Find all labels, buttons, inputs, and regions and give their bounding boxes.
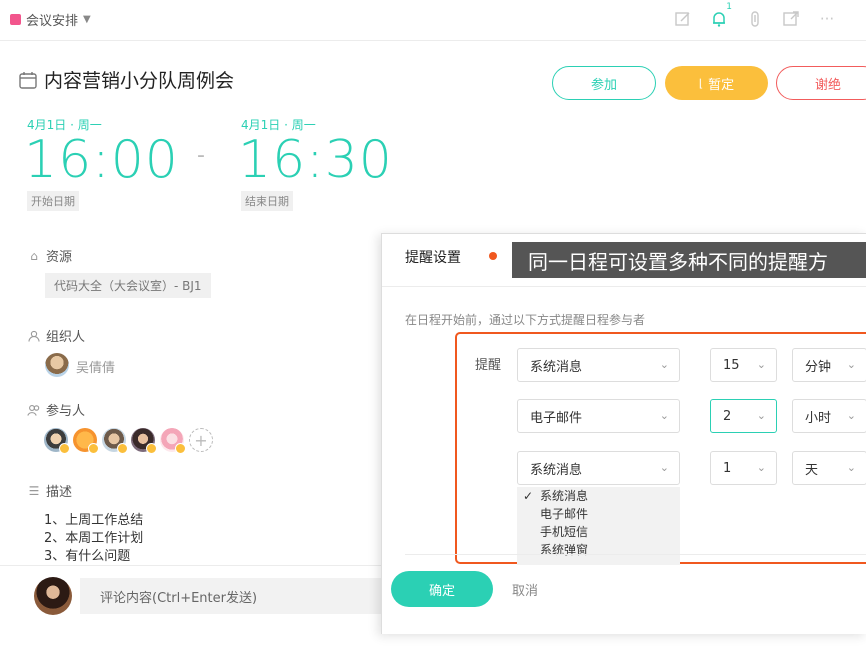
calendar-name: 会议安排 [26, 14, 79, 29]
annotation-dot [489, 252, 497, 260]
select-value: 1 [723, 460, 732, 476]
reminder-method-select[interactable]: 系统消息 ⌄ [517, 451, 680, 485]
description-heading-label: 描述 [46, 485, 73, 500]
select-value: 小时 [805, 410, 832, 426]
share-icon[interactable] [773, 8, 809, 30]
comment-input[interactable]: 评论内容(Ctrl+Enter发送) [80, 578, 410, 614]
chevron-down-icon: ⌄ [659, 461, 669, 474]
cancel-button[interactable]: 取消 [512, 580, 538, 599]
chevron-down-icon: ⌄ [756, 461, 766, 474]
attachment-icon[interactable] [737, 8, 773, 30]
home-icon: ⌂ [30, 248, 38, 263]
dropdown-option[interactable]: 手机短信 [517, 523, 680, 541]
description-heading: ☰ 描述 [27, 481, 73, 501]
end-date-label: 结束日期 [241, 191, 293, 211]
dropdown-option[interactable]: ✓ 系统消息 [517, 487, 680, 505]
start-date-label: 开始日期 [27, 191, 79, 211]
reminder-unit-select[interactable]: 天 ⌄ [792, 451, 866, 485]
tentative-icon: ⌊ [698, 76, 704, 90]
add-participant-button[interactable]: + [189, 428, 213, 452]
annotation-tooltip: 同一日程可设置多种不同的提醒方 [512, 242, 866, 278]
select-value: 分钟 [805, 359, 832, 375]
more-icon[interactable]: ··· [809, 8, 845, 30]
people-icon [27, 403, 41, 417]
option-label: 系统消息 [540, 489, 589, 503]
reminder-amount-select[interactable]: 1 ⌄ [710, 451, 777, 485]
chevron-down-icon: ⌄ [846, 409, 856, 422]
join-button[interactable]: 参加 [552, 66, 656, 100]
calendar-icon [19, 71, 37, 89]
reminder-dialog: 提醒设置 同一日程可设置多种不同的提醒方 在日程开始前，通过以下方式提醒日程参与… [381, 233, 866, 634]
calendar-color-swatch [10, 14, 21, 25]
list-icon: ☰ [28, 483, 40, 498]
resource-chip[interactable]: 代码大全（大会议室）- BJ1 [45, 273, 211, 298]
select-value: 15 [723, 357, 740, 373]
chevron-down-icon: ⌄ [659, 409, 669, 422]
reminder-method-select[interactable]: 电子邮件 ⌄ [517, 399, 680, 433]
description-line: 2、本周工作计划 [44, 531, 144, 546]
description-line: 3、有什么问题 [44, 549, 131, 564]
decline-button[interactable]: 谢绝 [776, 66, 866, 100]
select-value: 电子邮件 [530, 410, 583, 426]
toolbar: 1 ··· [665, 2, 845, 30]
person-icon [27, 329, 41, 343]
chevron-down-icon: ⌄ [659, 358, 669, 371]
participant-avatar[interactable] [160, 428, 186, 454]
option-label: 手机短信 [540, 525, 589, 539]
reminder-unit-select[interactable]: 小时 ⌄ [792, 399, 866, 433]
reminder-row-label: 提醒 [475, 358, 502, 373]
organizer-heading-label: 组织人 [46, 330, 86, 345]
chevron-down-icon: ⌄ [756, 358, 766, 371]
chevron-down-icon: ⌄ [756, 409, 766, 422]
tentative-button[interactable]: ⌊ 暂定 [665, 66, 768, 100]
top-bar: 会议安排 ▼ 1 ··· [0, 0, 866, 41]
edit-icon[interactable] [665, 8, 701, 30]
description-line: 1、上周工作总结 [44, 513, 144, 528]
tentative-label: 暂定 [708, 77, 735, 93]
participant-avatar[interactable] [131, 428, 157, 454]
participants-heading-label: 参与人 [46, 404, 86, 419]
resource-heading: ⌂ 资源 [27, 246, 73, 266]
event-title-row: 内容营销小分队周例会 [18, 66, 234, 93]
confirm-button[interactable]: 确定 [391, 571, 493, 607]
chevron-down-icon: ▼ [83, 14, 91, 25]
dialog-description: 在日程开始前，通过以下方式提醒日程参与者 [405, 313, 646, 327]
time-separator: - [197, 143, 205, 168]
divider [382, 286, 866, 287]
dropdown-option[interactable]: 系统弹窗 [517, 541, 680, 559]
resource-heading-label: 资源 [46, 250, 73, 265]
participant-avatar[interactable] [73, 428, 99, 454]
organizer-heading: 组织人 [27, 326, 85, 345]
dropdown-option[interactable]: 电子邮件 [517, 505, 680, 523]
event-title: 内容营销小分队周例会 [44, 70, 235, 92]
reminder-method-select[interactable]: 系统消息 ⌄ [517, 348, 680, 382]
select-value: 系统消息 [530, 462, 583, 478]
check-icon: ✓ [523, 489, 534, 503]
participant-avatar[interactable] [44, 428, 70, 454]
end-time[interactable]: 16:30 [238, 130, 393, 190]
participants-heading: 参与人 [27, 400, 85, 419]
start-time[interactable]: 16:00 [24, 130, 179, 190]
notification-count: 1 [726, 2, 732, 12]
dialog-title: 提醒设置 [405, 250, 461, 266]
chevron-down-icon: ⌄ [846, 461, 856, 474]
reminder-amount-select[interactable]: 15 ⌄ [710, 348, 777, 382]
reminder-unit-select[interactable]: 分钟 ⌄ [792, 348, 866, 382]
bell-icon[interactable]: 1 [701, 2, 737, 30]
divider [405, 554, 866, 555]
user-avatar[interactable] [34, 577, 72, 615]
option-label: 电子邮件 [540, 507, 589, 521]
calendar-selector[interactable]: 会议安排 ▼ [10, 10, 91, 29]
organizer-avatar[interactable] [45, 353, 69, 377]
organizer-name: 吴倩倩 [76, 361, 116, 376]
participant-list: + [44, 428, 213, 454]
chevron-down-icon: ⌄ [846, 358, 856, 371]
reminder-amount-select[interactable]: 2 ⌄ [710, 399, 777, 433]
select-value: 2 [723, 408, 732, 424]
participant-avatar[interactable] [102, 428, 128, 454]
select-value: 天 [805, 462, 819, 478]
select-value: 系统消息 [530, 359, 583, 375]
